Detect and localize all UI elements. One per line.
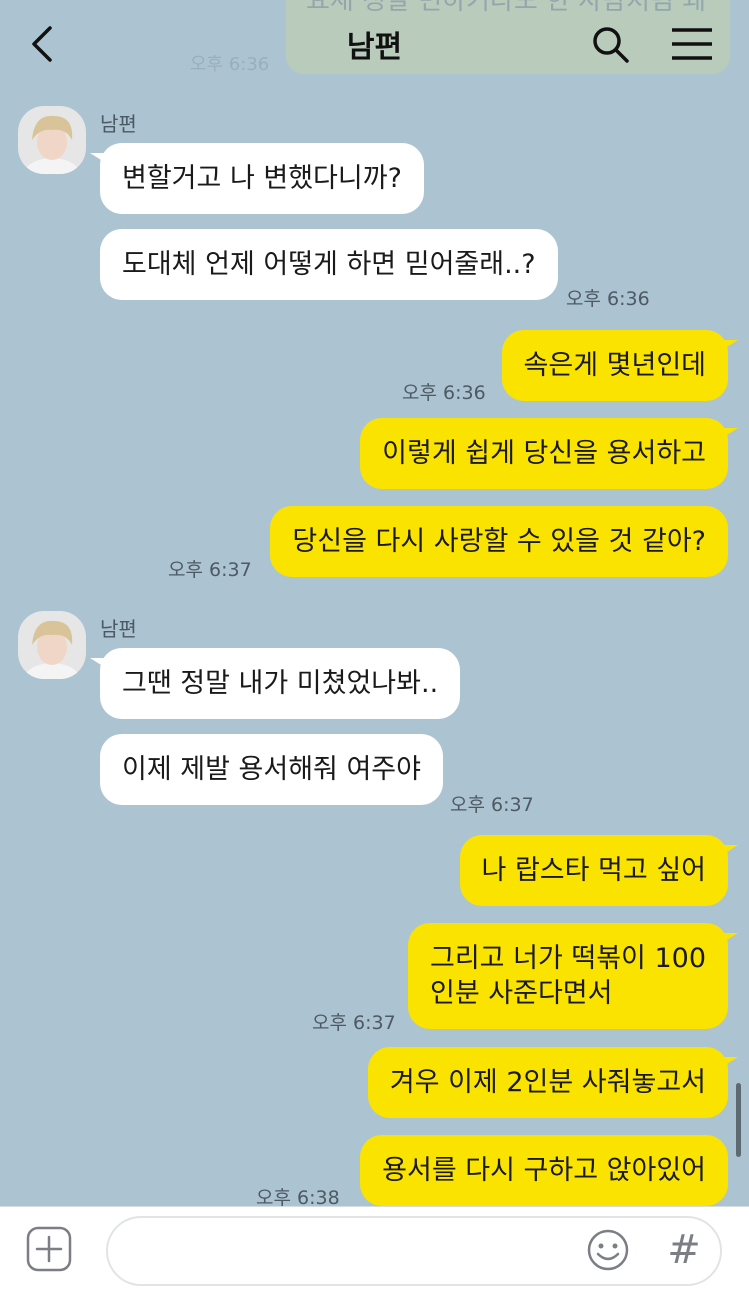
message-time: 오후 6:36	[566, 288, 650, 310]
message-bubble-outgoing[interactable]: 당신을 다시 사랑할 수 있을 것 같아?	[270, 506, 728, 577]
back-icon[interactable]	[26, 24, 58, 64]
message-bubble-outgoing[interactable]: 그리고 너가 떡볶이 100 인분 사준다면서	[408, 923, 738, 1029]
message-time: 오후 6:36	[402, 382, 486, 404]
message-time: 오후 6:37	[312, 1012, 396, 1034]
message-bubble-incoming[interactable]: 변할거고 나 변했다니까?	[90, 143, 424, 214]
avatar[interactable]	[18, 611, 86, 679]
message-time: 오후 6:37	[450, 794, 534, 816]
avatar[interactable]	[18, 106, 86, 174]
chat-title: 남편	[346, 30, 403, 65]
message-bubble-incoming[interactable]: 도대체 언제 어떻게 하면 믿어줄래..?	[100, 229, 558, 300]
scrollbar[interactable]	[736, 1083, 741, 1157]
message-time: 오후 6:37	[168, 559, 252, 581]
message-input[interactable]	[138, 1232, 582, 1274]
message-bubble-incoming[interactable]: 이제 제발 용서해줘 여주야	[100, 734, 443, 805]
sender-name: 남편	[100, 617, 137, 641]
menu-icon[interactable]	[670, 26, 714, 62]
chat-header: 요새 정말 변하기라도 한 사람처럼 왜 오후 6:36 남편	[0, 0, 749, 88]
search-icon[interactable]	[590, 24, 630, 64]
message-bubble-outgoing[interactable]: 용서를 다시 구하고 앉아있어	[360, 1135, 728, 1206]
message-bubble-outgoing[interactable]: 겨우 이제 2인분 사줘놓고서	[367, 1047, 739, 1118]
message-bubble-outgoing[interactable]: 나 랍스타 먹고 싶어	[459, 835, 739, 906]
message-bubble-outgoing[interactable]: 속은게 몇년인데	[501, 330, 739, 401]
message-bubble-incoming[interactable]: 그땐 정말 내가 미쳤었나봐..	[89, 648, 461, 719]
emoji-icon[interactable]	[586, 1228, 630, 1272]
sender-name: 남편	[100, 112, 137, 136]
hash-icon[interactable]: #	[664, 1226, 704, 1274]
plus-icon[interactable]	[26, 1226, 72, 1272]
message-bubble-outgoing[interactable]: 이렇게 쉽게 당신을 용서하고	[360, 418, 738, 489]
